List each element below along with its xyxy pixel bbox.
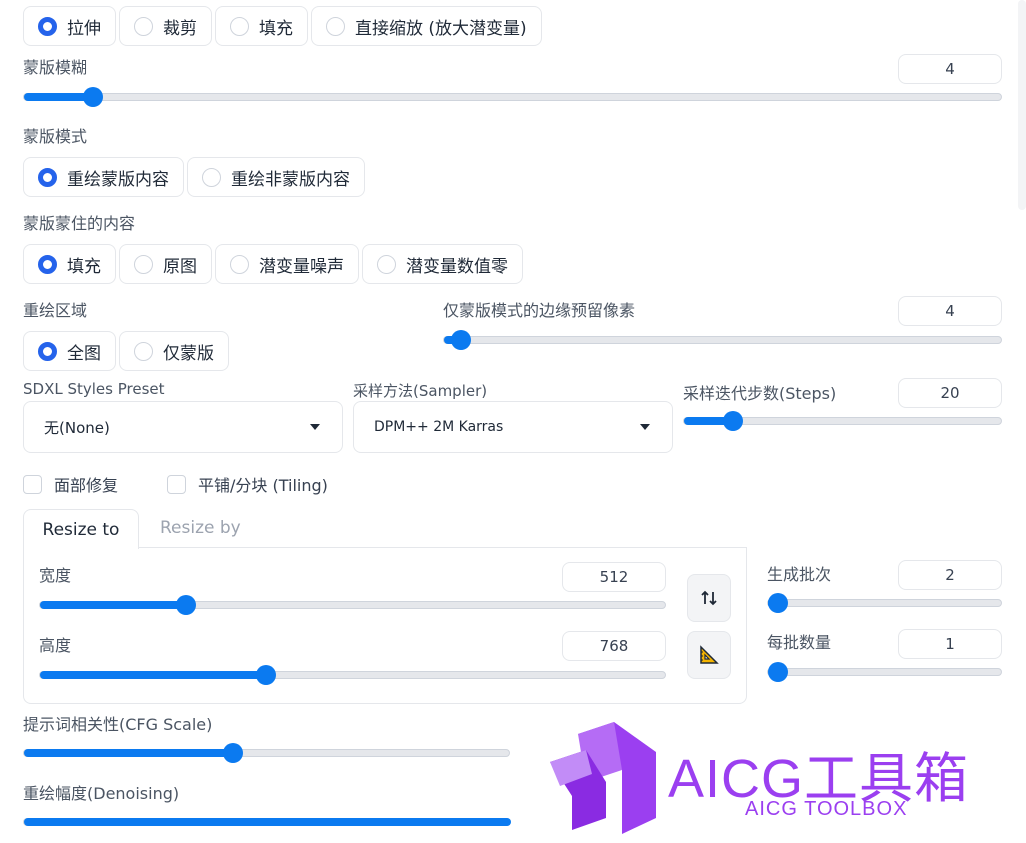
radio-content-latent-nothing[interactable]: 潜变量数值零 bbox=[362, 244, 523, 284]
cfg-scale-slider[interactable] bbox=[23, 743, 510, 763]
radio-resize-fill[interactable]: 填充 bbox=[215, 6, 308, 46]
restore-faces-checkbox[interactable]: 面部修复 bbox=[23, 472, 118, 496]
steps-slider[interactable] bbox=[683, 411, 1002, 431]
radio-empty-icon bbox=[134, 341, 153, 361]
aspect-ratio-button[interactable] bbox=[687, 631, 731, 679]
radio-empty-icon bbox=[326, 16, 345, 36]
slider-thumb[interactable] bbox=[255, 665, 276, 685]
width-slider[interactable] bbox=[39, 595, 666, 615]
batch-count-input[interactable]: 2 bbox=[898, 560, 1002, 590]
mask-blur-input[interactable]: 4 bbox=[898, 54, 1002, 84]
sampler-dropdown[interactable]: DPM++ 2M Karras bbox=[353, 401, 673, 453]
slider-fill bbox=[24, 818, 511, 826]
width-input[interactable]: 512 bbox=[562, 562, 666, 592]
slider-thumb[interactable] bbox=[768, 662, 788, 682]
slider-thumb[interactable] bbox=[768, 593, 788, 613]
slider-fill bbox=[40, 671, 266, 679]
batch-count-slider[interactable] bbox=[767, 593, 1002, 613]
slider-thumb[interactable] bbox=[176, 595, 197, 615]
radio-empty-icon bbox=[230, 254, 249, 274]
steps-input[interactable]: 20 bbox=[898, 378, 1002, 408]
chevron-down-icon bbox=[310, 424, 320, 430]
triangle-ruler-icon bbox=[700, 645, 719, 664]
watermark-subtitle: AICG TOOLBOX bbox=[745, 798, 908, 820]
height-slider[interactable] bbox=[39, 665, 666, 685]
swap-dimensions-button[interactable] bbox=[687, 574, 731, 622]
radio-area-only-masked[interactable]: 仅蒙版 bbox=[119, 331, 229, 371]
radio-selected-icon bbox=[38, 254, 57, 274]
restore-faces-label: 面部修复 bbox=[54, 476, 119, 495]
radio-empty-icon bbox=[230, 16, 249, 36]
steps-label: 采样迭代步数(Steps) bbox=[683, 384, 837, 403]
radio-resize-crop[interactable]: 裁剪 bbox=[119, 6, 212, 46]
padding-slider[interactable] bbox=[443, 330, 1002, 350]
masked-content-label: 蒙版蒙住的内容 bbox=[23, 214, 136, 233]
radio-selected-icon bbox=[38, 16, 57, 36]
radio-empty-icon bbox=[377, 254, 396, 274]
slider-thumb[interactable] bbox=[82, 87, 103, 107]
masked-content-group: 填充 原图 潜变量噪声 潜变量数值零 bbox=[23, 244, 523, 284]
tiling-checkbox[interactable]: 平铺/分块 (Tiling) bbox=[167, 472, 328, 496]
batch-size-label: 每批数量 bbox=[767, 633, 832, 652]
width-label: 宽度 bbox=[39, 566, 72, 585]
tab-resize-to[interactable]: Resize to bbox=[23, 509, 139, 549]
sampler-value: DPM++ 2M Karras bbox=[374, 419, 504, 435]
tiling-label: 平铺/分块 (Tiling) bbox=[198, 476, 328, 495]
mask-blur-slider[interactable] bbox=[23, 87, 1002, 107]
swap-arrows-icon bbox=[701, 590, 717, 606]
tab-resize-to-label: Resize to bbox=[42, 519, 120, 540]
batch-count-label: 生成批次 bbox=[767, 565, 832, 584]
styles-preset-label: SDXL Styles Preset bbox=[23, 380, 165, 398]
inpaint-area-group: 全图 仅蒙版 bbox=[23, 331, 229, 371]
chevron-down-icon bbox=[640, 424, 650, 430]
resize-panel-topline bbox=[138, 547, 747, 548]
batch-size-input[interactable]: 1 bbox=[898, 629, 1002, 659]
cfg-scale-label: 提示词相关性(CFG Scale) bbox=[23, 715, 213, 734]
radio-resize-stretch[interactable]: 拉伸 bbox=[23, 6, 116, 46]
radio-content-latent-noise[interactable]: 潜变量噪声 bbox=[215, 244, 359, 284]
radio-area-whole[interactable]: 全图 bbox=[23, 331, 116, 371]
padding-label: 仅蒙版模式的边缘预留像素 bbox=[443, 301, 636, 320]
slider-thumb[interactable] bbox=[723, 411, 744, 431]
scrollbar[interactable] bbox=[1018, 0, 1026, 210]
radio-selected-icon bbox=[38, 167, 57, 187]
mask-mode-group: 重绘蒙版内容 重绘非蒙版内容 bbox=[23, 157, 365, 197]
denoising-label: 重绘幅度(Denoising) bbox=[23, 784, 180, 803]
radio-empty-icon bbox=[202, 167, 221, 187]
radio-content-fill[interactable]: 填充 bbox=[23, 244, 116, 284]
radio-empty-icon bbox=[134, 254, 153, 274]
checkbox-box[interactable] bbox=[23, 474, 42, 494]
slider-fill bbox=[24, 749, 234, 757]
styles-preset-value: 无(None) bbox=[44, 418, 110, 437]
tab-resize-by[interactable]: Resize by bbox=[160, 518, 241, 538]
checkbox-box[interactable] bbox=[167, 474, 186, 494]
inpaint-area-label: 重绘区域 bbox=[23, 301, 88, 320]
radio-inpaint-masked[interactable]: 重绘蒙版内容 bbox=[23, 157, 184, 197]
radio-content-original[interactable]: 原图 bbox=[119, 244, 212, 284]
denoising-slider[interactable] bbox=[23, 818, 511, 826]
radio-selected-icon bbox=[38, 341, 57, 361]
resize-mode-group: 拉伸 裁剪 填充 直接缩放 (放大潜变量) bbox=[23, 6, 542, 46]
height-label: 高度 bbox=[39, 636, 72, 655]
mask-blur-label: 蒙版模糊 bbox=[23, 58, 88, 77]
height-input[interactable]: 768 bbox=[562, 631, 666, 661]
slider-thumb[interactable] bbox=[450, 330, 471, 350]
batch-size-slider[interactable] bbox=[767, 662, 1002, 682]
slider-thumb[interactable] bbox=[223, 743, 244, 763]
radio-empty-icon bbox=[134, 16, 153, 36]
aicg-logo-icon bbox=[550, 722, 656, 834]
sampler-label: 采样方法(Sampler) bbox=[353, 382, 488, 400]
radio-inpaint-not-masked[interactable]: 重绘非蒙版内容 bbox=[187, 157, 365, 197]
slider-fill bbox=[40, 601, 187, 609]
mask-mode-label: 蒙版模式 bbox=[23, 127, 88, 146]
radio-resize-latent[interactable]: 直接缩放 (放大潜变量) bbox=[311, 6, 542, 46]
padding-input[interactable]: 4 bbox=[898, 296, 1002, 326]
styles-preset-dropdown[interactable]: 无(None) bbox=[23, 401, 343, 453]
